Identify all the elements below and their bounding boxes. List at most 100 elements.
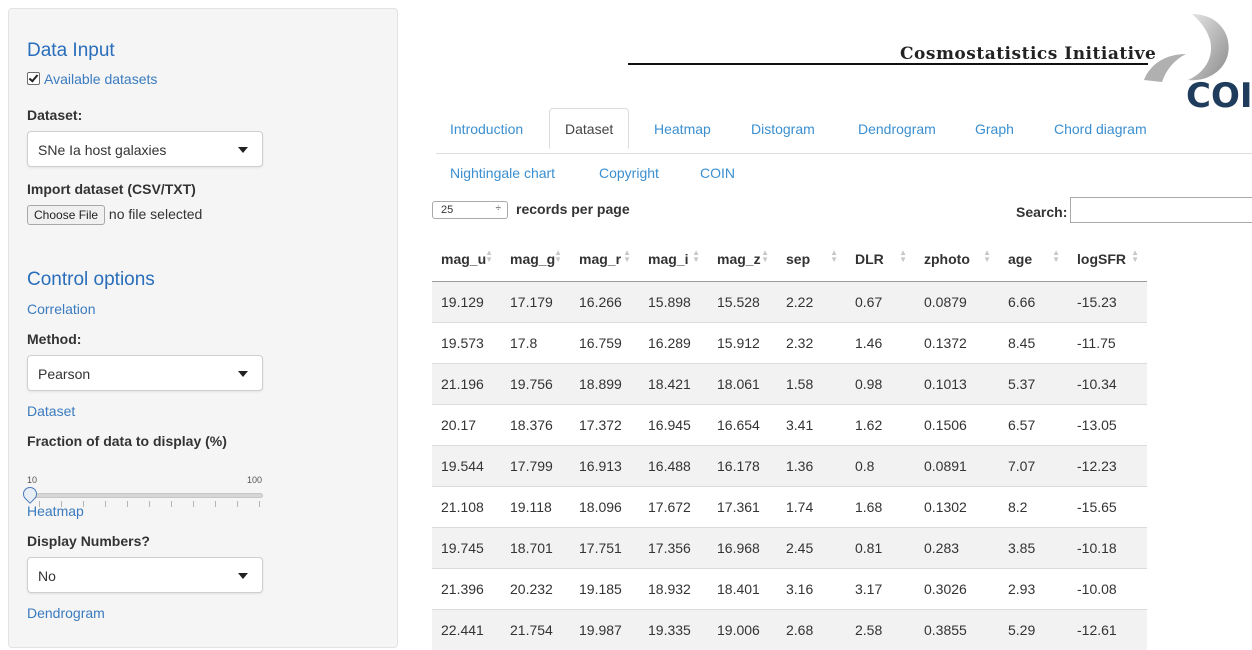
records-per-page-label: records per page: [516, 201, 630, 217]
tab-introduction[interactable]: Introduction: [450, 121, 523, 137]
table-cell: 16.178: [708, 446, 777, 487]
table-cell: 18.701: [501, 528, 570, 569]
table-cell: 17.179: [501, 282, 570, 323]
available-datasets-checkbox[interactable]: Available datasets: [27, 71, 157, 87]
column-header[interactable]: logSFR▲▼: [1068, 236, 1147, 282]
table-cell: 0.1372: [915, 323, 999, 364]
table-cell: -15.65: [1068, 487, 1147, 528]
table-cell: -15.23: [1068, 282, 1147, 323]
table-cell: 1.58: [777, 364, 846, 405]
column-header[interactable]: mag_r▲▼: [570, 236, 639, 282]
sort-arrows-icon: ▲▼: [485, 249, 493, 263]
table-cell: -11.75: [1068, 323, 1147, 364]
slider-tick: [215, 501, 216, 507]
table-cell: 0.1506: [915, 405, 999, 446]
tab-distogram[interactable]: Distogram: [751, 121, 815, 137]
table-cell: 2.58: [846, 610, 915, 650]
page-length-value: 25: [441, 204, 453, 216]
method-select-value: Pearson: [38, 366, 90, 382]
dendrogram-link[interactable]: Dendrogram: [27, 605, 105, 621]
method-select[interactable]: Pearson: [27, 355, 263, 391]
column-header[interactable]: zphoto▲▼: [915, 236, 999, 282]
dataset-select[interactable]: SNe Ia host galaxies: [27, 131, 263, 167]
table-cell: 2.22: [777, 282, 846, 323]
table-cell: 3.17: [846, 569, 915, 610]
dataset-select-value: SNe Ia host galaxies: [38, 142, 166, 158]
table-header-row: mag_u▲▼ mag_g▲▼ mag_r▲▼ mag_i▲▼ mag_z▲▼ …: [432, 236, 1147, 282]
table-cell: 18.061: [708, 364, 777, 405]
tab-nightingale-chart[interactable]: Nightingale chart: [450, 165, 555, 181]
no-file-selected-text: no file selected: [109, 206, 202, 222]
table-row[interactable]: 19.57317.816.75916.28915.9122.321.460.13…: [432, 323, 1147, 364]
table-cell: 21.196: [432, 364, 501, 405]
dataset-link[interactable]: Dataset: [27, 403, 75, 419]
table-row[interactable]: 21.39620.23219.18518.93218.4013.163.170.…: [432, 569, 1147, 610]
table-row[interactable]: 19.74518.70117.75117.35616.9682.450.810.…: [432, 528, 1147, 569]
table-cell: 8.45: [999, 323, 1068, 364]
slider-tick: [149, 501, 150, 507]
correlation-link[interactable]: Correlation: [27, 301, 95, 317]
table-cell: 20.17: [432, 405, 501, 446]
table-cell: -10.34: [1068, 364, 1147, 405]
tab-heatmap[interactable]: Heatmap: [654, 121, 711, 137]
table-cell: 0.3855: [915, 610, 999, 650]
table-cell: 19.573: [432, 323, 501, 364]
page-length-select[interactable]: 25 ÷: [432, 201, 508, 219]
slider-tick: [259, 501, 260, 507]
dataset-table: mag_u▲▼ mag_g▲▼ mag_r▲▼ mag_i▲▼ mag_z▲▼ …: [432, 236, 1147, 650]
table-cell: 0.67: [846, 282, 915, 323]
tab-copyright[interactable]: Copyright: [599, 165, 659, 181]
table-cell: 19.006: [708, 610, 777, 650]
table-cell: 16.654: [708, 405, 777, 446]
tab-dendrogram[interactable]: Dendrogram: [858, 121, 936, 137]
fraction-slider-track[interactable]: [27, 493, 263, 498]
column-header[interactable]: age▲▼: [999, 236, 1068, 282]
column-header[interactable]: mag_z▲▼: [708, 236, 777, 282]
dataset-label: Dataset:: [27, 107, 82, 123]
table-cell: 2.68: [777, 610, 846, 650]
column-header[interactable]: mag_i▲▼: [639, 236, 708, 282]
available-datasets-label: Available datasets: [44, 71, 157, 87]
heatmap-link[interactable]: Heatmap: [27, 503, 84, 519]
control-options-heading: Control options: [27, 269, 155, 291]
table-row[interactable]: 19.12917.17916.26615.89815.5282.220.670.…: [432, 282, 1147, 323]
display-numbers-select[interactable]: No: [27, 557, 263, 593]
table-row[interactable]: 21.19619.75618.89918.42118.0611.580.980.…: [432, 364, 1147, 405]
sort-arrows-icon: ▲▼: [761, 249, 769, 263]
file-upload-row: Choose File no file selected: [27, 205, 202, 225]
column-header[interactable]: mag_g▲▼: [501, 236, 570, 282]
table-cell: 15.528: [708, 282, 777, 323]
choose-file-button[interactable]: Choose File: [27, 205, 105, 225]
table-cell: 7.07: [999, 446, 1068, 487]
table-cell: 16.289: [639, 323, 708, 364]
fraction-slider-handle[interactable]: [20, 484, 40, 504]
table-row[interactable]: 21.10819.11818.09617.67217.3611.741.680.…: [432, 487, 1147, 528]
column-header[interactable]: sep▲▼: [777, 236, 846, 282]
tab-dataset[interactable]: Dataset: [549, 108, 629, 149]
tab-bar-divider: [436, 153, 1252, 154]
search-label: Search:: [1016, 204, 1067, 220]
sort-arrows-icon: ▲▼: [554, 249, 562, 263]
table-cell: 3.85: [999, 528, 1068, 569]
logo-title: Cosmostatistics Initiative: [900, 44, 1156, 64]
slider-max-label: 100: [247, 475, 262, 485]
display-numbers-label: Display Numbers?: [27, 533, 150, 549]
tab-graph[interactable]: Graph: [975, 121, 1014, 137]
search-input[interactable]: [1070, 197, 1252, 223]
column-header[interactable]: DLR▲▼: [846, 236, 915, 282]
table-cell: -10.08: [1068, 569, 1147, 610]
sort-arrows-icon: ▲▼: [1131, 249, 1139, 263]
column-header[interactable]: mag_u▲▼: [432, 236, 501, 282]
table-cell: 0.0879: [915, 282, 999, 323]
table-row[interactable]: 22.44121.75419.98719.33519.0062.682.580.…: [432, 610, 1147, 650]
table-cell: 21.754: [501, 610, 570, 650]
table-cell: 18.401: [708, 569, 777, 610]
table-row[interactable]: 19.54417.79916.91316.48816.1781.360.80.0…: [432, 446, 1147, 487]
table-row[interactable]: 20.1718.37617.37216.94516.6543.411.620.1…: [432, 405, 1147, 446]
tab-chord-diagram[interactable]: Chord diagram: [1054, 121, 1147, 137]
table-cell: 18.421: [639, 364, 708, 405]
table-cell: 16.945: [639, 405, 708, 446]
tab-coin[interactable]: COIN: [700, 165, 735, 181]
table-cell: 19.544: [432, 446, 501, 487]
checkbox-checked-icon[interactable]: [27, 72, 40, 85]
